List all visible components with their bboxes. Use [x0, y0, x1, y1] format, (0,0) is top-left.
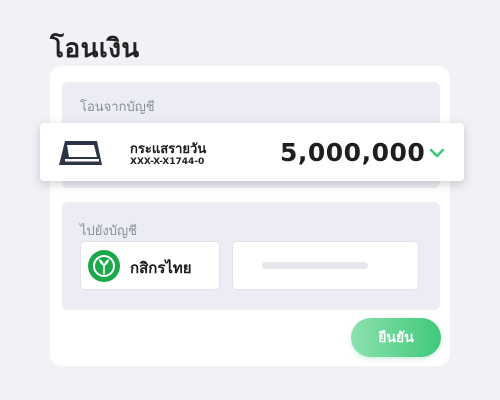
account-number-placeholder [262, 262, 368, 269]
wallet-icon [59, 141, 102, 165]
to-account-label: ไปยังบัญชี [80, 224, 137, 239]
page-title: โอนเงิน [50, 34, 140, 64]
bank-name: กสิกรไทย [130, 259, 192, 277]
from-account-label: โอนจากบัญชี [80, 100, 155, 115]
kasikorn-logo-icon [88, 250, 120, 282]
confirm-button[interactable]: ยืนยัน [351, 318, 441, 357]
chevron-down-icon[interactable] [426, 144, 448, 162]
account-balance: 5,000,000 [280, 138, 426, 167]
from-account-number: XXX-X-X1744-0 [130, 157, 205, 167]
from-account-name: กระแสรายวัน [130, 142, 207, 157]
